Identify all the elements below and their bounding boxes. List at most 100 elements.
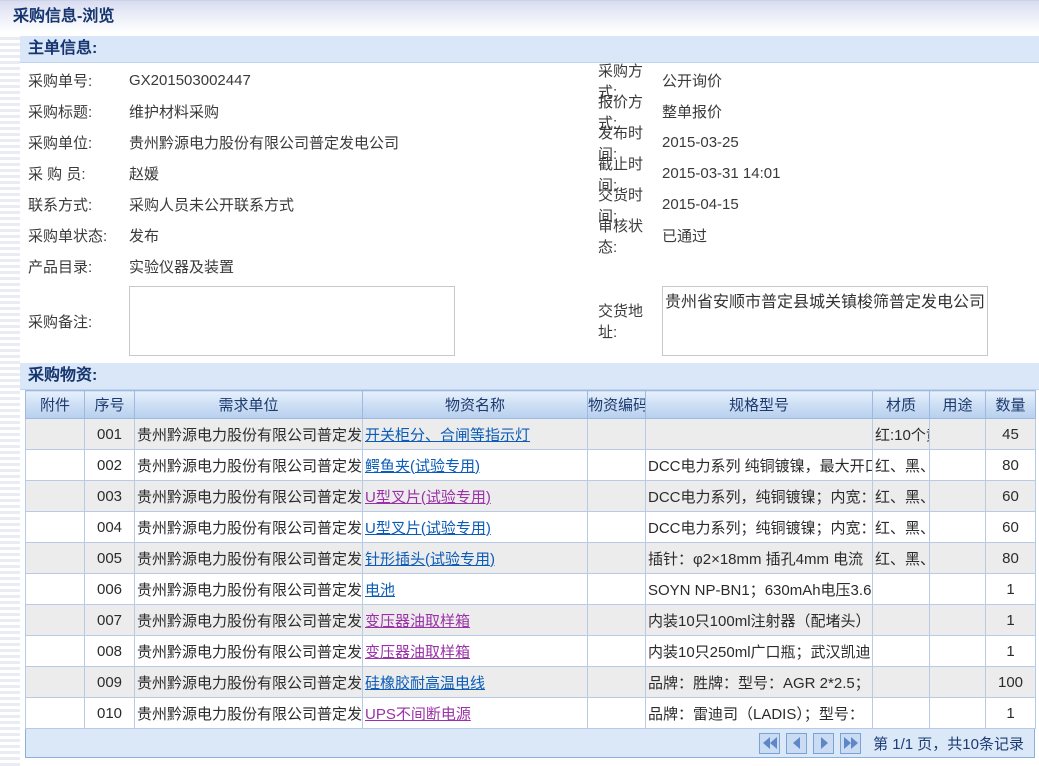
material-name-cell: 电池 <box>363 574 588 605</box>
quantity-cell: 1 <box>986 698 1036 729</box>
seq-no-cell: 003 <box>85 481 135 512</box>
last-page-button[interactable] <box>840 733 861 754</box>
attachment-cell <box>26 574 85 605</box>
field-contact: 联系方式: 采购人员未公开联系方式 <box>20 189 570 220</box>
field-audit-status: 审核状态: 已通过 <box>570 220 1039 251</box>
material-quality-cell <box>873 605 930 636</box>
material-quality-cell <box>873 636 930 667</box>
prev-page-button[interactable] <box>786 733 807 754</box>
spec-model-cell: SOYN NP-BN1；630mAh电压3.6 <box>646 574 873 605</box>
usage-cell <box>930 512 986 543</box>
table-row: 009贵州黔源电力股份有限公司普定发硅橡胶耐高温电线品牌：胜牌：型号：AGR 2… <box>26 667 1036 698</box>
material-code-cell <box>588 450 646 481</box>
column-header-material-name: 物资名称 <box>363 391 588 419</box>
field-order-number: 采购单号: GX201503002447 <box>20 65 570 96</box>
table-row: 003贵州黔源电力股份有限公司普定发U型叉片(试验专用)DCC电力系列，纯铜镀镍… <box>26 481 1036 512</box>
quantity-cell: 60 <box>986 481 1036 512</box>
seq-no-cell: 005 <box>85 543 135 574</box>
material-quality-cell: 红、黑、 <box>873 512 930 543</box>
seq-no-cell: 004 <box>85 512 135 543</box>
column-header-quantity: 数量 <box>986 391 1036 419</box>
field-value: GX201503002447 <box>129 72 251 89</box>
usage-cell <box>930 667 986 698</box>
table-row: 006贵州黔源电力股份有限公司普定发电池SOYN NP-BN1；630mAh电压… <box>26 574 1036 605</box>
pagination-text: 第 1/1 页，共10条记录 <box>873 733 1024 754</box>
material-name-cell: U型叉片(试验专用) <box>363 481 588 512</box>
field-label: 采购备注: <box>20 311 129 332</box>
field-delivery-address: 交货地址: 贵州省安顺市普定县城关镇梭筛普定发电公司 <box>570 282 1039 360</box>
material-name-link[interactable]: 变压器油取样箱 <box>365 644 470 661</box>
field-product-catalog: 产品目录: 实验仪器及装置 <box>20 251 570 282</box>
demand-unit-cell: 贵州黔源电力股份有限公司普定发 <box>135 636 363 667</box>
spec-model-cell: 内装10只250ml广口瓶；武汉凯迪 <box>646 636 873 667</box>
spec-model-cell: 插针：φ2×18mm 插孔4mm 电流 <box>646 543 873 574</box>
first-page-button[interactable] <box>759 733 780 754</box>
seq-no-cell: 008 <box>85 636 135 667</box>
material-name-cell: UPS不间断电源 <box>363 698 588 729</box>
spec-model-cell: 品牌：胜牌：型号：AGR 2*2.5； <box>646 667 873 698</box>
material-quality-cell <box>873 574 930 605</box>
spec-model-cell: DCC电力系列；纯铜镀镍；内宽： <box>646 512 873 543</box>
column-header-material-code: 物资编码 <box>588 391 646 419</box>
material-code-cell <box>588 512 646 543</box>
material-name-link[interactable]: U型叉片(试验专用) <box>365 489 491 506</box>
usage-cell <box>930 450 986 481</box>
material-name-link[interactable]: U型叉片(试验专用) <box>365 520 491 537</box>
material-name-link[interactable]: UPS不间断电源 <box>365 706 471 723</box>
spec-model-cell <box>646 419 873 450</box>
demand-unit-cell: 贵州黔源电力股份有限公司普定发 <box>135 667 363 698</box>
field-remark: 采购备注: <box>20 282 570 360</box>
demand-unit-cell: 贵州黔源电力股份有限公司普定发 <box>135 481 363 512</box>
attachment-cell <box>26 605 85 636</box>
field-order-status: 采购单状态: 发布 <box>20 220 570 251</box>
material-code-cell <box>588 667 646 698</box>
field-label: 采购单位: <box>20 132 129 153</box>
attachment-cell <box>26 419 85 450</box>
next-page-button[interactable] <box>813 733 834 754</box>
field-value: 维护材料采购 <box>129 101 219 122</box>
column-header-usage: 用途 <box>930 391 986 419</box>
seq-no-cell: 010 <box>85 698 135 729</box>
attachment-cell <box>26 667 85 698</box>
field-purchasing-unit: 采购单位: 贵州黔源电力股份有限公司普定发电公司 <box>20 127 570 158</box>
spec-model-cell: 品牌：雷迪司（LADIS）；型号： <box>646 698 873 729</box>
quantity-cell: 60 <box>986 512 1036 543</box>
material-code-cell <box>588 481 646 512</box>
material-name-cell: 硅橡胶耐高温电线 <box>363 667 588 698</box>
demand-unit-cell: 贵州黔源电力股份有限公司普定发 <box>135 605 363 636</box>
material-quality-cell: 红:10个黄 <box>873 419 930 450</box>
field-label: 采 购 员: <box>20 163 129 184</box>
material-quality-cell: 红、黑、 <box>873 450 930 481</box>
delivery-address-textarea[interactable]: 贵州省安顺市普定县城关镇梭筛普定发电公司 <box>662 286 988 356</box>
material-name-link[interactable]: 电池 <box>365 582 395 599</box>
field-buyer: 采 购 员: 赵媛 <box>20 158 570 189</box>
quantity-cell: 1 <box>986 574 1036 605</box>
material-name-link[interactable]: 变压器油取样箱 <box>365 613 470 630</box>
column-header-attachment: 附件 <box>26 391 85 419</box>
left-arrow-icon <box>789 735 805 751</box>
demand-unit-cell: 贵州黔源电力股份有限公司普定发 <box>135 512 363 543</box>
column-header-spec-model: 规格型号 <box>646 391 873 419</box>
field-label: 采购单号: <box>20 70 129 91</box>
remark-textarea[interactable] <box>129 286 455 356</box>
material-name-link[interactable]: 硅橡胶耐高温电线 <box>365 675 485 692</box>
column-header-demand-unit: 需求单位 <box>135 391 363 419</box>
spec-model-cell: 内装10只100ml注射器（配堵头） <box>646 605 873 636</box>
material-name-link[interactable]: 针形插头(试验专用) <box>365 551 495 568</box>
material-name-link[interactable]: 开关柜分、合闸等指示灯 <box>365 427 530 444</box>
material-name-cell: 变压器油取样箱 <box>363 636 588 667</box>
field-value: 2015-03-25 <box>662 134 739 151</box>
usage-cell <box>930 481 986 512</box>
column-header-material-quality: 材质 <box>873 391 930 419</box>
demand-unit-cell: 贵州黔源电力股份有限公司普定发 <box>135 419 363 450</box>
field-value: 整单报价 <box>662 101 722 122</box>
material-quality-cell: 红、黑、 <box>873 543 930 574</box>
field-label: 产品目录: <box>20 256 129 277</box>
demand-unit-cell: 贵州黔源电力股份有限公司普定发 <box>135 698 363 729</box>
material-name-link[interactable]: 鳄鱼夹(试验专用) <box>365 458 480 475</box>
material-quality-cell <box>873 667 930 698</box>
quantity-cell: 1 <box>986 636 1036 667</box>
pagination-bar: 第 1/1 页，共10条记录 <box>25 729 1035 758</box>
seq-no-cell: 002 <box>85 450 135 481</box>
page-header: 采购信息-浏览 <box>0 0 1039 33</box>
